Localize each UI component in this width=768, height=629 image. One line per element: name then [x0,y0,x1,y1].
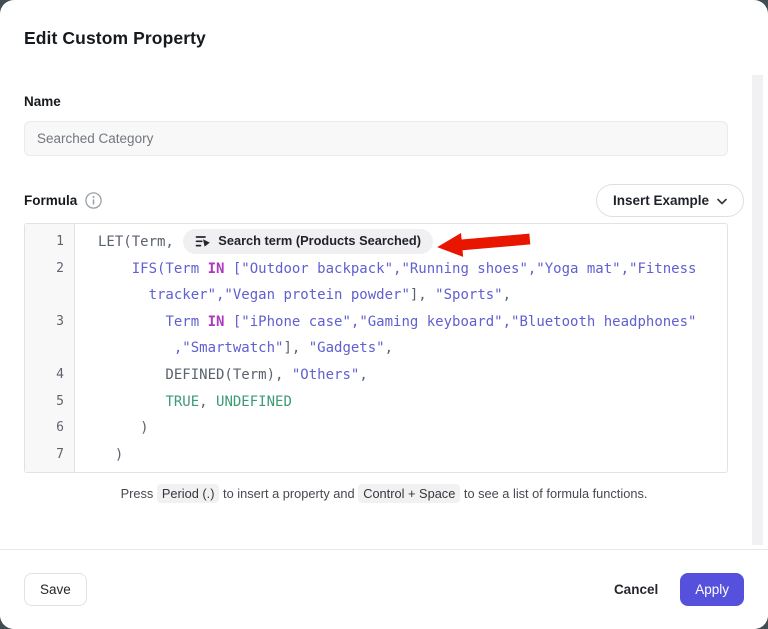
line-number: 7 [25,442,75,469]
code-text: Term IN ["iPhone case","Gaming keyboard"… [75,309,696,336]
cancel-button[interactable]: Cancel [614,573,658,606]
property-chip[interactable]: Search term (Products Searched) [183,229,433,254]
code-line: 5 TRUE, UNDEFINED [25,389,727,416]
hint-text: to insert a property and [219,486,358,501]
code-text: IFS(Term IN ["Outdoor backpack","Running… [75,256,696,283]
save-button[interactable]: Save [24,573,87,606]
insert-example-button[interactable]: Insert Example [596,184,744,217]
line-number: 3 [25,309,75,336]
line-number [25,335,75,362]
name-label: Name [24,94,744,109]
code-line: 7 ) [25,442,727,469]
list-cursor-icon [195,234,211,249]
name-input[interactable] [24,121,728,156]
info-icon[interactable] [85,192,102,209]
modal-content: Name Formula Insert Example [0,94,768,501]
modal-footer: Save Cancel Apply [0,549,768,629]
code-line: tracker","Vegan protein powder"], "Sport… [25,282,727,309]
code-text: ) [75,415,149,442]
code-line: 4 DEFINED(Term), "Others", [25,362,727,389]
line-number: 6 [25,415,75,442]
formula-toolbar: Formula Insert Example [24,184,744,217]
kbd-period: Period (.) [157,484,220,503]
code-line: ,"Smartwatch"], "Gadgets", [25,335,727,362]
code-text: ,"Smartwatch"], "Gadgets", [75,335,393,362]
line-number: 4 [25,362,75,389]
code-text: ) [75,442,123,469]
formula-editor[interactable]: 1LET(Term, Search term (Products Searche… [24,223,728,473]
hint-text: to see a list of formula functions. [460,486,647,501]
hint-text: Press [121,486,157,501]
property-chip-label: Search term (Products Searched) [218,228,421,255]
edit-custom-property-modal: Edit Custom Property Name Formula Insert… [0,0,768,629]
insert-example-label: Insert Example [613,193,709,208]
code-line: 1LET(Term, Search term (Products Searche… [25,229,727,256]
apply-button[interactable]: Apply [680,573,744,606]
code-text: DEFINED(Term), "Others", [75,362,368,389]
code-text: TRUE, UNDEFINED [75,389,292,416]
line-number: 5 [25,389,75,416]
line-number: 2 [25,256,75,283]
line-number: 1 [25,229,75,256]
code-line: 3 Term IN ["iPhone case","Gaming keyboar… [25,309,727,336]
line-number [25,282,75,309]
scrollbar[interactable] [752,75,763,545]
editor-hint: Press Period (.) to insert a property an… [24,486,744,501]
modal-title: Edit Custom Property [0,0,768,49]
formula-code: 1LET(Term, Search term (Products Searche… [25,224,727,468]
code-line: 6 ) [25,415,727,442]
code-text: tracker","Vegan protein powder"], "Sport… [75,282,511,309]
code-text: LET(Term, Search term (Products Searched… [75,229,451,256]
kbd-control-space: Control + Space [358,484,460,503]
chevron-down-icon [717,198,727,205]
code-line: 2 IFS(Term IN ["Outdoor backpack","Runni… [25,256,727,283]
formula-label: Formula [24,193,77,208]
